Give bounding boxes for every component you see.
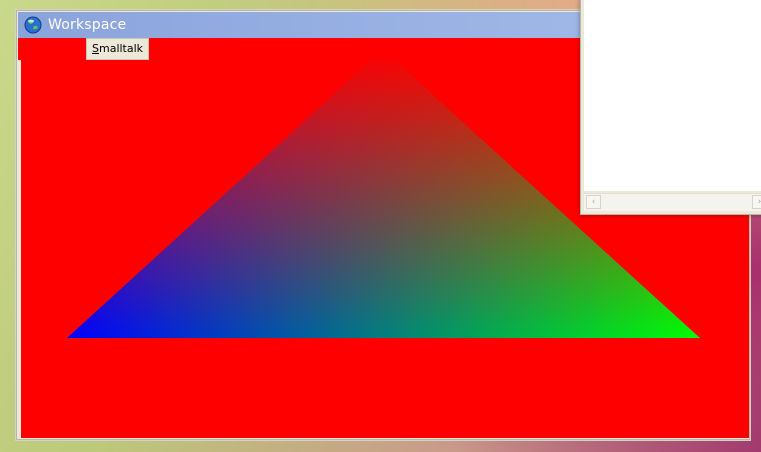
horizontal-scrollbar[interactable]: ‹ › xyxy=(584,193,761,211)
chevron-left-icon[interactable]: ‹ xyxy=(586,195,601,209)
menu-label: malltalk xyxy=(98,42,144,55)
menu-smalltalk[interactable]: Smalltalk xyxy=(86,38,150,60)
window-title: Workspace xyxy=(48,17,127,33)
overlapping-window[interactable]: ‹ › xyxy=(580,0,761,215)
chevron-right-icon[interactable]: › xyxy=(752,195,761,209)
window-content-area[interactable] xyxy=(584,0,761,191)
menu-mnemonic: S xyxy=(92,42,99,55)
smalltalk-globe-icon[interactable] xyxy=(24,16,42,34)
